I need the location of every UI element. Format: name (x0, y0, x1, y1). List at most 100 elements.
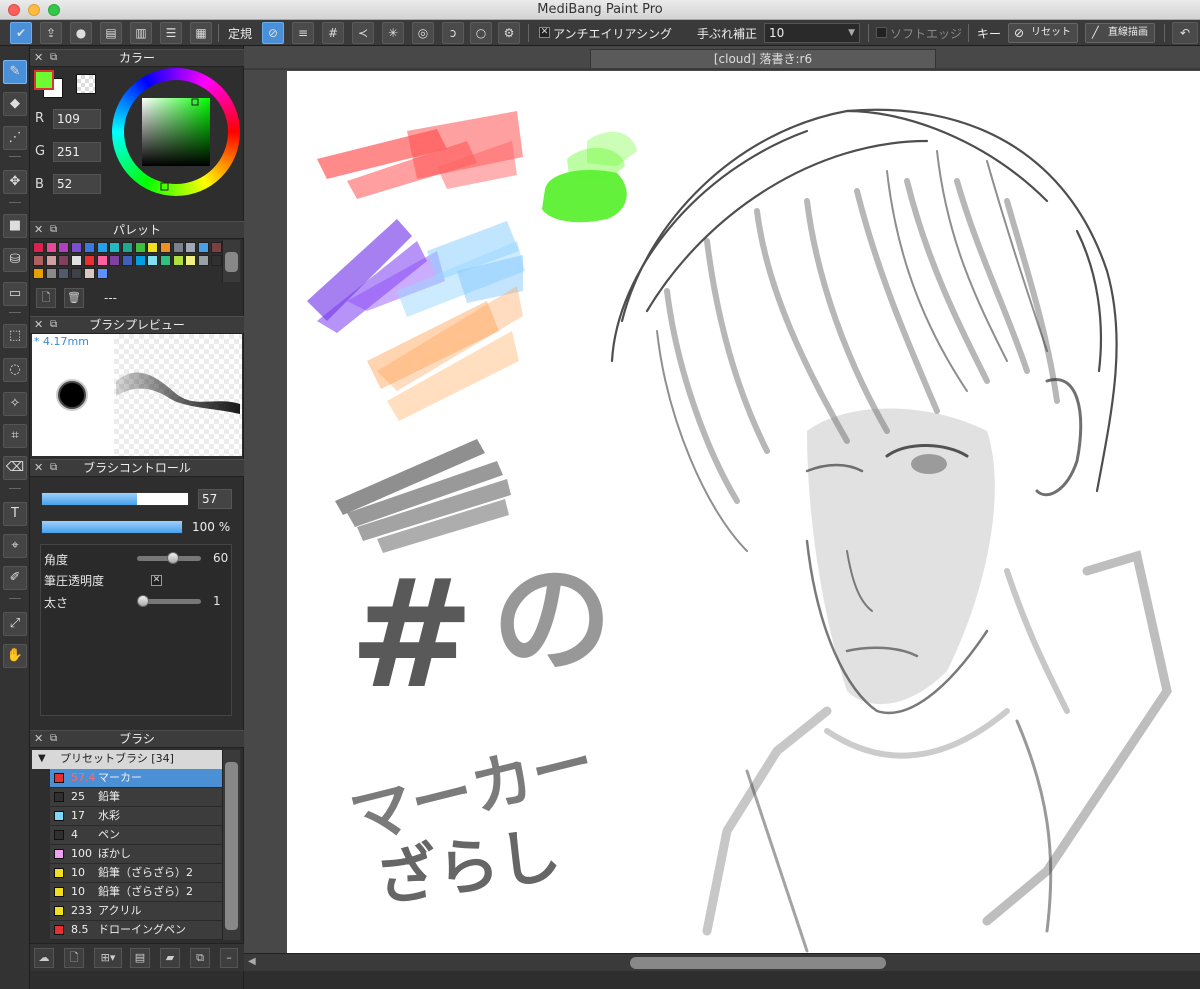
zoom-window-button[interactable] (48, 4, 60, 16)
new-brush-icon[interactable]: 🗋 (64, 948, 84, 968)
document-icon[interactable]: ▥ (130, 22, 152, 44)
list-icon[interactable]: ☰ (160, 22, 182, 44)
close-window-button[interactable] (8, 4, 20, 16)
palette-swatch[interactable] (160, 255, 171, 266)
cloud-download-icon[interactable]: ☁ (34, 948, 54, 968)
close-icon[interactable]: ✕ (34, 50, 43, 66)
brush-list-scroll-thumb[interactable] (225, 762, 238, 930)
brush-list-item[interactable]: 10 鉛筆（ざらざら）2 (50, 864, 222, 883)
transparent-color-swatch[interactable] (76, 74, 96, 94)
palette-scrollbar[interactable] (222, 240, 240, 282)
angle-slider-knob[interactable] (167, 552, 179, 564)
trash-icon[interactable]: 🗑 (64, 288, 84, 308)
palette-swatch[interactable] (83, 255, 95, 266)
popout-icon[interactable]: ⧉ (50, 460, 57, 476)
brush-list-item[interactable]: 233 アクリル (50, 902, 222, 921)
palette-swatch[interactable] (109, 255, 121, 266)
brush-tool-icon[interactable]: ✎ (3, 60, 27, 84)
brush-list-item[interactable]: 8.5 ドローイングペン (50, 921, 222, 940)
palette-swatch[interactable] (121, 255, 133, 266)
cloud-icon[interactable]: ✔ (10, 22, 32, 44)
close-icon[interactable]: ✕ (34, 731, 43, 747)
palette-swatch[interactable] (210, 255, 222, 266)
straight-line-button[interactable]: ╱ 直線描画 (1085, 23, 1155, 43)
ellipse-ruler-icon[interactable]: ○ (470, 22, 492, 44)
magic-wand-icon[interactable]: ✧ (3, 392, 27, 416)
radial-ruler-icon[interactable]: ≺ (352, 22, 374, 44)
brush-group-row[interactable]: ▼ プリセットブラシ [34] (32, 750, 222, 769)
close-icon[interactable]: ✕ (34, 317, 43, 333)
select-pen-icon[interactable]: ⌗ (3, 424, 27, 448)
canvas-scroll-thumb[interactable] (630, 957, 886, 969)
g-value-field[interactable]: 251 (53, 142, 101, 162)
lasso-select-icon[interactable]: ◌ (3, 358, 27, 382)
brush-properties-icon[interactable]: ▤ (130, 948, 150, 968)
brush-list-item[interactable]: 25 鉛筆 (50, 788, 222, 807)
palette-swatch[interactable] (71, 255, 83, 266)
palette-swatch[interactable] (83, 242, 95, 253)
palette-swatch[interactable] (45, 255, 57, 266)
palette-swatch[interactable] (96, 242, 108, 253)
concentric-circle-icon[interactable]: ◎ (412, 22, 434, 44)
dot-tool-icon[interactable]: ⋰ (3, 126, 27, 150)
palette-swatch[interactable] (134, 242, 146, 253)
palette-swatch[interactable] (45, 268, 57, 279)
operation-tool-icon[interactable]: ⌖ (3, 534, 27, 558)
r-value-field[interactable]: 109 (53, 109, 101, 129)
foreground-color-swatch[interactable] (34, 70, 54, 90)
palette-swatch[interactable] (83, 268, 95, 279)
popout-icon[interactable]: ⧉ (50, 731, 57, 747)
brush-size-value[interactable]: 57 (198, 489, 232, 509)
color-wheel[interactable] (112, 68, 240, 196)
brush-list-item[interactable]: 4 ペン (50, 826, 222, 845)
share-icon[interactable]: ⇪ (40, 22, 62, 44)
palette-swatch[interactable] (185, 242, 197, 253)
speech-bubble-icon[interactable]: ▤ (100, 22, 122, 44)
parallel-ruler-icon[interactable]: ≡ (292, 22, 314, 44)
palette-swatch[interactable] (198, 255, 210, 266)
palette-swatch[interactable] (210, 242, 222, 253)
brush-list-scrollbar[interactable] (222, 750, 240, 940)
document-tab[interactable]: [cloud] 落書き:r6 (590, 49, 936, 69)
brush-list-item[interactable]: 10 鉛筆（ざらざら）2 (50, 883, 222, 902)
palette-swatch[interactable] (198, 242, 210, 253)
layout-icon[interactable]: ▦ (190, 22, 212, 44)
eraser-tool-icon[interactable]: ◆ (3, 92, 27, 116)
expand-triangle-icon[interactable]: ▼ (38, 750, 46, 768)
palette-swatch[interactable] (147, 255, 159, 266)
palette-swatch[interactable] (71, 242, 83, 253)
palette-swatch[interactable] (45, 242, 57, 253)
stabilizer-select[interactable]: 10 ▼ (764, 23, 860, 43)
soft-edge-checkbox[interactable] (876, 27, 887, 38)
palette-swatch[interactable] (33, 255, 44, 266)
brush-size-slider[interactable] (41, 492, 189, 506)
palette-swatch[interactable] (58, 255, 70, 266)
divide-tool-icon[interactable]: ✐ (3, 566, 27, 590)
duplicate-icon[interactable]: ⧉ (190, 948, 210, 968)
popout-icon[interactable]: ⧉ (50, 317, 57, 333)
move-tool-icon[interactable]: ✥ (3, 170, 27, 194)
brush-list-item[interactable]: 17 水彩 (50, 807, 222, 826)
undo-icon[interactable]: ↶ (1172, 22, 1198, 44)
palette-swatch[interactable] (121, 242, 133, 253)
grid-ruler-icon[interactable]: # (322, 22, 344, 44)
pressure-opacity-checkbox[interactable]: ✕ (151, 575, 162, 586)
palette-swatch[interactable] (172, 242, 184, 253)
concentric-burst-icon[interactable]: ✳ (382, 22, 404, 44)
hand-tool-icon[interactable]: ✋ (3, 644, 27, 668)
add-brush-menu-icon[interactable]: ⊞▾ (94, 948, 122, 968)
drawing-canvas[interactable]: # の マーカー ざらし (287, 71, 1200, 953)
curve-ruler-icon[interactable]: ↄ (442, 22, 464, 44)
folder-icon[interactable]: ▰ (160, 948, 180, 968)
palette-swatch[interactable] (58, 242, 70, 253)
palette-swatch[interactable] (160, 242, 171, 253)
remove-icon[interactable]: – (220, 948, 238, 968)
comment-icon[interactable]: ● (70, 22, 92, 44)
palette-swatch[interactable] (109, 242, 121, 253)
bucket-tool-icon[interactable]: ⛁ (3, 248, 27, 272)
scroll-left-arrow-icon[interactable]: ◀ (248, 956, 256, 967)
palette-swatch[interactable] (58, 268, 70, 279)
text-tool-icon[interactable]: T (3, 502, 27, 526)
palette-swatch[interactable] (96, 268, 108, 279)
select-eraser-icon[interactable]: ⌫ (3, 456, 27, 480)
